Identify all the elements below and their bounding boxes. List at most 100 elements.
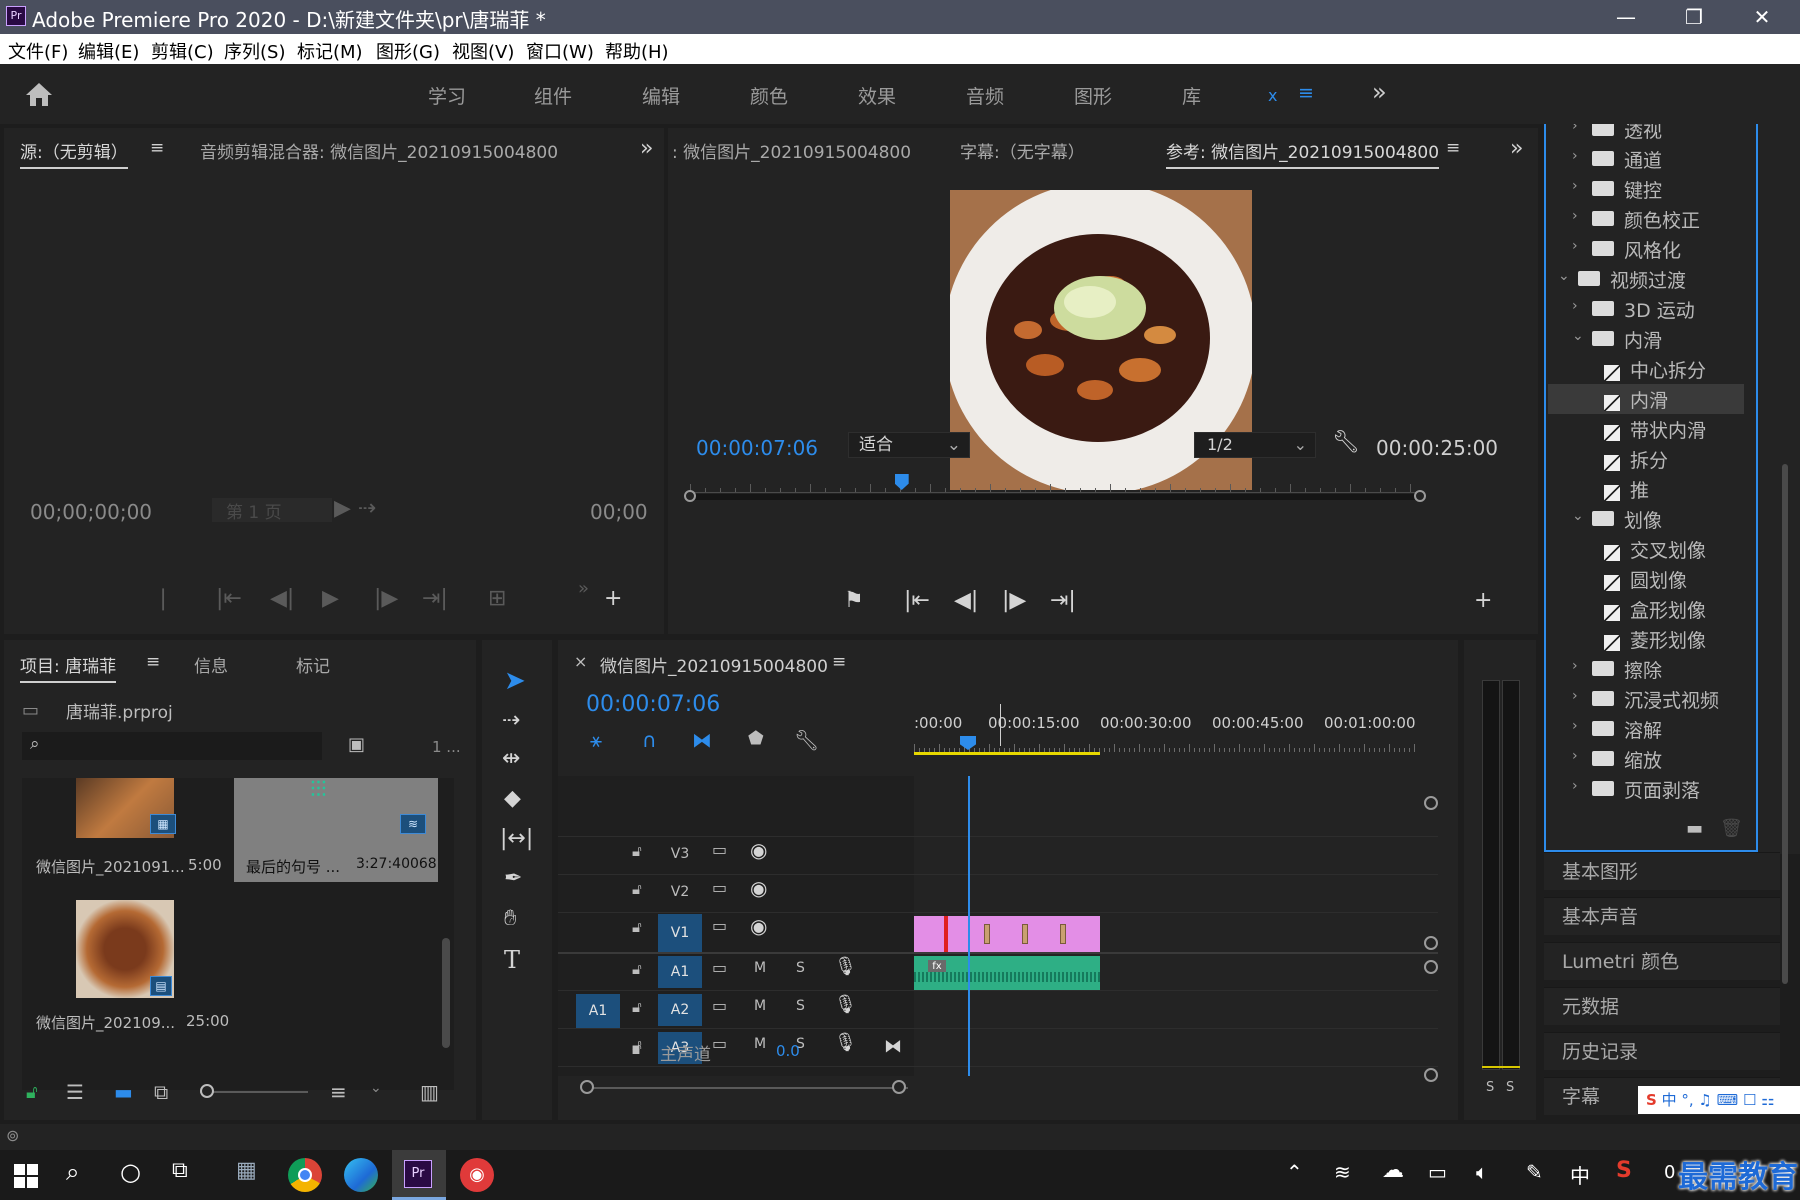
type-tool-icon[interactable]: T [504,946,520,974]
effect-folder[interactable]: › 3D 运动 [1548,294,1744,324]
edge-icon[interactable] [344,1158,378,1192]
panel-metadata[interactable]: 元数据 [1544,987,1780,1025]
ime-toolbar[interactable]: S 中 °, ♫ ⌨ ☐ ⚏ [1638,1086,1800,1114]
resolution-dropdown[interactable]: 1/2 ⌄ [1194,432,1316,458]
master-volume[interactable]: 0.0 [776,1042,800,1060]
menu-edit[interactable]: 编辑(E) [78,38,139,64]
source-add-button-icon[interactable]: + [604,586,622,611]
step-back-icon[interactable]: ◀| [954,588,978,613]
tab-markers[interactable]: 标记 [296,652,330,677]
sequence-tab[interactable]: 微信图片_20210915004800 [600,652,828,677]
step-forward-icon[interactable]: |▶ [1002,588,1026,613]
audio-clip[interactable]: fx [914,956,1100,990]
freeform-view-icon[interactable]: ⧉ [154,1080,168,1104]
taskbar-premiere[interactable]: Pr [392,1150,446,1200]
microphone-icon[interactable]: 🎙︎ [834,994,857,1015]
fit-dropdown[interactable]: 适合 ⌄ [848,432,970,458]
meter-solo-right[interactable]: S [1506,1080,1514,1095]
wifi-icon[interactable]: ≋ [1334,1160,1351,1184]
home-icon[interactable] [24,80,54,108]
sync-lock-icon[interactable]: ▭ [712,916,727,935]
find-bin-icon[interactable]: ▣ [348,734,365,755]
automate-icon[interactable]: ▥ [420,1080,439,1104]
nest-toggle-icon[interactable]: ⚹ [590,728,602,752]
work-area-bar[interactable] [914,752,1100,755]
program-scrubber[interactable] [684,474,1426,502]
track-target-v1[interactable]: V1 [658,914,702,952]
chrome-icon[interactable] [288,1158,322,1192]
source-goto-in-icon[interactable]: |⇤ [216,586,242,611]
effect-folder[interactable]: › 沉浸式视频 [1548,684,1744,714]
mute-button[interactable]: M [754,960,766,976]
lock-icon[interactable]: 🔓︎ [632,842,642,860]
task-view-icon[interactable]: ⧉ [172,1158,188,1183]
chevron-right-icon[interactable]: › [1572,298,1578,314]
sync-lock-icon[interactable]: ▭ [712,878,727,897]
timeline-timecode[interactable]: 00:00:07:06 [586,692,720,717]
add-marker-icon[interactable]: ⬟ [748,728,764,749]
effect-item[interactable]: 菱形划像 [1548,624,1744,654]
eye-icon[interactable]: ◉ [750,838,767,862]
track-scroll-handle[interactable] [1424,960,1438,974]
workspace-tab-assembly[interactable]: 组件 [534,82,572,109]
tab-captions[interactable]: 字幕:（无字幕） [960,138,1085,163]
panel-history[interactable]: 历史记录 [1544,1032,1780,1070]
workspace-tab-libraries[interactable]: 库 [1182,82,1201,109]
effect-item[interactable]: 中心拆分 [1548,354,1744,384]
icon-view-icon[interactable]: ▬ [114,1080,133,1104]
chevron-right-icon[interactable]: › [1572,148,1578,164]
tab-info[interactable]: 信息 [194,652,228,677]
panel-essential-graphics[interactable]: 基本图形 [1544,852,1780,890]
microphone-icon[interactable]: 🎙︎ [834,956,857,977]
tab-audio-clip-mixer[interactable]: 音频剪辑混合器: 微信图片_20210915004800 [200,138,558,163]
effect-item[interactable]: 拆分 [1548,444,1744,474]
menu-help[interactable]: 帮助(H) [605,38,669,64]
selection-tool-icon[interactable]: ➤ [504,666,526,696]
project-item[interactable]: ▦ 微信图片_2021091... 5:00 [22,778,224,882]
source-play-icon[interactable]: ▶ [322,586,339,611]
effect-folder[interactable]: › 页面剥落 [1548,774,1744,804]
master-track-expand-icon[interactable]: ⧓ [884,1036,902,1057]
menu-view[interactable]: 视图(V) [452,38,514,64]
close-button[interactable]: ✕ [1728,0,1796,34]
effect-folder[interactable]: › 透视 [1548,124,1744,144]
solo-button[interactable]: S [796,960,805,976]
sync-lock-icon[interactable]: ▭ [712,1034,727,1053]
track-target-v3[interactable]: V3 [658,838,702,870]
chevron-right-icon[interactable]: › [1572,658,1578,674]
panel-essential-sound[interactable]: 基本声音 [1544,897,1780,935]
track-target-a2[interactable]: A2 [658,994,702,1026]
chevron-right-icon[interactable]: › [1572,178,1578,194]
h-scroll-right-handle[interactable] [892,1080,906,1094]
effect-folder[interactable]: › 溶解 [1548,714,1744,744]
source-goto-out-icon[interactable]: ⇥| [422,586,448,611]
menu-sequence[interactable]: 序列(S) [224,38,285,64]
linked-selection-icon[interactable]: ⧓ [692,728,712,752]
source-step-back-icon[interactable]: ◀| [270,586,294,611]
netease-music-icon[interactable]: ◉ [460,1158,494,1192]
workspace-overflow-button[interactable]: » [1372,78,1387,106]
minimize-button[interactable]: — [1592,0,1660,34]
sync-lock-icon[interactable]: ▭ [712,958,727,977]
source-menu-icon[interactable]: ≡ [150,138,164,158]
source-overflow-button[interactable]: » [640,136,653,161]
scrubber-end-handle[interactable] [1414,490,1426,502]
settings-wrench-icon[interactable]: 🔧︎ [1332,430,1360,455]
workspace-tab-graphics[interactable]: 图形 [1074,82,1112,109]
menu-window[interactable]: 窗口(W) [526,38,594,64]
chevron-right-icon[interactable]: › [1572,208,1578,224]
effect-folder[interactable]: ⌄ 视频过渡 [1548,264,1744,294]
solo-button[interactable]: S [796,998,805,1014]
maximize-button[interactable]: ❐ [1660,0,1728,34]
new-bin-icon[interactable]: ▬ [1686,818,1703,839]
effect-folder[interactable]: › 通道 [1548,144,1744,174]
chevron-down-icon[interactable]: ⌄ [1572,508,1584,524]
goto-out-icon[interactable]: ⇥| [1050,588,1076,613]
hand-tool-icon[interactable]: ✋︎ [504,906,517,931]
workspace-menu-icon[interactable]: ≡ [1298,82,1314,104]
source-timecode-left[interactable]: 00;00;00;00 [30,500,152,524]
track-scroll-handle[interactable] [1424,796,1438,810]
video-clip[interactable] [914,916,1100,952]
effect-item[interactable]: 盒形划像 [1548,594,1744,624]
language-indicator[interactable]: 中 [1570,1160,1590,1189]
